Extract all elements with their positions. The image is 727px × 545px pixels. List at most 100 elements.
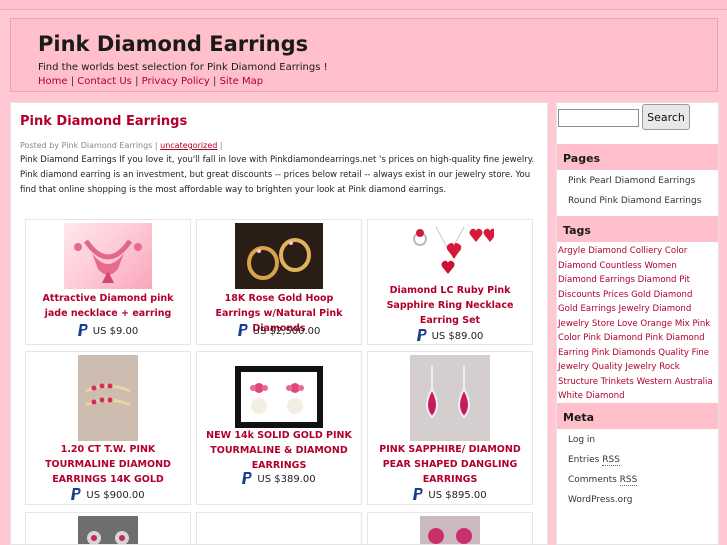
tag-link[interactable]: Western: [637, 377, 672, 387]
tag-link[interactable]: Pink: [692, 319, 710, 329]
site-title[interactable]: Pink Diamond Earrings: [38, 32, 308, 56]
product-price: US $900.00: [26, 488, 190, 501]
tag-link[interactable]: Gold: [631, 290, 651, 300]
post-body: Pink Diamond Earrings If you love it, yo…: [20, 155, 535, 195]
tag-link[interactable]: Discounts: [558, 290, 600, 300]
entries-rss-link[interactable]: Entries RSS: [568, 455, 620, 466]
tag-link[interactable]: Fine: [692, 348, 709, 358]
product-card[interactable]: [196, 512, 362, 544]
tag-link[interactable]: Orange: [640, 319, 672, 329]
tag-link[interactable]: Diamond: [638, 275, 677, 285]
tag-link[interactable]: White: [558, 391, 583, 401]
tag-link[interactable]: Quality: [658, 348, 689, 358]
meta-separator: |: [219, 141, 223, 150]
tag-link[interactable]: Diamond: [558, 275, 597, 285]
search-button[interactable]: Search: [642, 104, 690, 130]
tag-link[interactable]: Earrings: [581, 304, 616, 314]
tag-link[interactable]: Women: [644, 261, 676, 271]
product-card[interactable]: PINK SAPPHIRE/ DIAMOND PEAR SHAPED DANGL…: [367, 351, 533, 505]
tag-link[interactable]: Rock: [659, 362, 680, 372]
product-price: US $9.00: [26, 324, 190, 337]
paypal-icon: [71, 488, 81, 500]
tag-link[interactable]: Diamond: [654, 290, 693, 300]
tag-link[interactable]: Quality: [592, 362, 623, 372]
tag-link[interactable]: Color: [558, 333, 580, 343]
product-name[interactable]: Diamond LC Ruby Pink Sapphire Ring Neckl…: [372, 283, 528, 328]
product-card[interactable]: [367, 512, 533, 544]
tag-link[interactable]: Diamond: [588, 246, 627, 256]
product-card[interactable]: NEW 14k SOLID GOLD PINK TOURMALINE & DIA…: [196, 351, 362, 505]
meta-widget-title: Meta: [557, 403, 718, 429]
site-tagline: Find the worlds best selection for Pink …: [38, 62, 328, 73]
product-image-partial[interactable]: [78, 516, 138, 544]
comments-rss-link[interactable]: Comments RSS: [568, 475, 638, 486]
tag-link[interactable]: Pit: [679, 275, 690, 285]
product-card[interactable]: [25, 512, 191, 544]
product-card[interactable]: Diamond LC Ruby Pink Sapphire Ring Neckl…: [367, 219, 533, 345]
page-link-pink-pearl[interactable]: Pink Pearl Diamond Earrings: [568, 176, 695, 186]
tag-link[interactable]: Gold: [558, 304, 578, 314]
tag-link[interactable]: Structure: [558, 377, 598, 387]
tag-link[interactable]: Love: [617, 319, 637, 329]
product-name[interactable]: PINK SAPPHIRE/ DIAMOND PEAR SHAPED DANGL…: [372, 442, 528, 487]
tag-link[interactable]: Diamond: [604, 333, 643, 343]
tag-link[interactable]: Trinkets: [601, 377, 634, 387]
tag-link[interactable]: Diamond: [558, 261, 597, 271]
tag-link[interactable]: Pink: [645, 333, 663, 343]
site-header: Pink Diamond Earrings Find the worlds be…: [10, 18, 718, 92]
product-price: US $389.00: [197, 472, 361, 485]
nav-privacy-link[interactable]: Privacy Policy: [142, 76, 210, 87]
product-image-tourmaline-earrings[interactable]: [78, 355, 138, 441]
product-card[interactable]: 1.20 CT T.W. PINK TOURMALINE DIAMOND EAR…: [25, 351, 191, 505]
tag-link[interactable]: Jewelry: [619, 304, 650, 314]
tag-link[interactable]: Diamond: [586, 391, 625, 401]
top-navigation: Home | Contact Us | Privacy Policy | Sit…: [38, 76, 263, 87]
tag-link[interactable]: Colliery: [630, 246, 662, 256]
product-price: US $89.00: [368, 329, 532, 342]
tag-link[interactable]: Diamonds: [612, 348, 655, 358]
tag-link[interactable]: Countless: [600, 261, 642, 271]
product-price: US $895.00: [368, 488, 532, 501]
nav-separator: |: [213, 76, 217, 87]
tag-link[interactable]: Earrings: [600, 275, 635, 285]
product-name[interactable]: 1.20 CT T.W. PINK TOURMALINE DIAMOND EAR…: [30, 442, 186, 487]
tag-link[interactable]: Argyle: [558, 246, 585, 256]
login-link[interactable]: Log in: [568, 435, 595, 445]
product-image-gold-tourmaline-earrings[interactable]: [235, 366, 323, 428]
product-name[interactable]: Attractive Diamond pink jade necklace + …: [30, 291, 186, 321]
tag-link[interactable]: Australia: [675, 377, 713, 387]
nav-sitemap-link[interactable]: Site Map: [220, 76, 263, 87]
search-input[interactable]: [558, 109, 639, 127]
product-card[interactable]: 18K Rose Gold Hoop Earrings w/Natural Pi…: [196, 219, 362, 345]
tag-link[interactable]: Jewelry: [558, 362, 589, 372]
tag-link[interactable]: Pink: [583, 333, 601, 343]
tag-link[interactable]: Earring: [558, 348, 589, 358]
product-price: US $2,500.00: [197, 324, 361, 337]
product-card[interactable]: Attractive Diamond pink jade necklace + …: [25, 219, 191, 345]
product-name[interactable]: NEW 14k SOLID GOLD PINK TOURMALINE & DIA…: [201, 428, 357, 473]
tag-link[interactable]: Diamond: [653, 304, 692, 314]
tag-link[interactable]: Jewelry: [625, 362, 656, 372]
page-link-round-pink[interactable]: Round Pink Diamond Earrings: [568, 196, 701, 206]
nav-home-link[interactable]: Home: [38, 76, 68, 87]
tag-link[interactable]: Mix: [675, 319, 690, 329]
nav-separator: |: [135, 76, 139, 87]
tag-link[interactable]: Prices: [603, 290, 628, 300]
wordpress-link[interactable]: WordPress.org: [568, 495, 632, 505]
product-image-partial[interactable]: [420, 516, 480, 544]
nav-separator: |: [70, 76, 75, 87]
tag-link[interactable]: Diamond: [666, 333, 705, 343]
product-image-necklace[interactable]: [64, 223, 152, 289]
product-image-sapphire-dangling[interactable]: [410, 355, 490, 441]
paypal-icon: [413, 488, 423, 500]
nav-contact-link[interactable]: Contact Us: [77, 76, 132, 87]
product-image-hoop-earrings[interactable]: [235, 223, 323, 289]
tag-link[interactable]: Store: [592, 319, 615, 329]
tag-link[interactable]: Color: [665, 246, 687, 256]
product-image-ruby-set[interactable]: [406, 223, 494, 281]
paypal-icon: [416, 329, 427, 341]
tag-link[interactable]: Jewelry: [558, 319, 589, 329]
category-link[interactable]: uncategorized: [160, 141, 217, 150]
post-title[interactable]: Pink Diamond Earrings: [20, 114, 187, 129]
tag-link[interactable]: Pink: [592, 348, 610, 358]
